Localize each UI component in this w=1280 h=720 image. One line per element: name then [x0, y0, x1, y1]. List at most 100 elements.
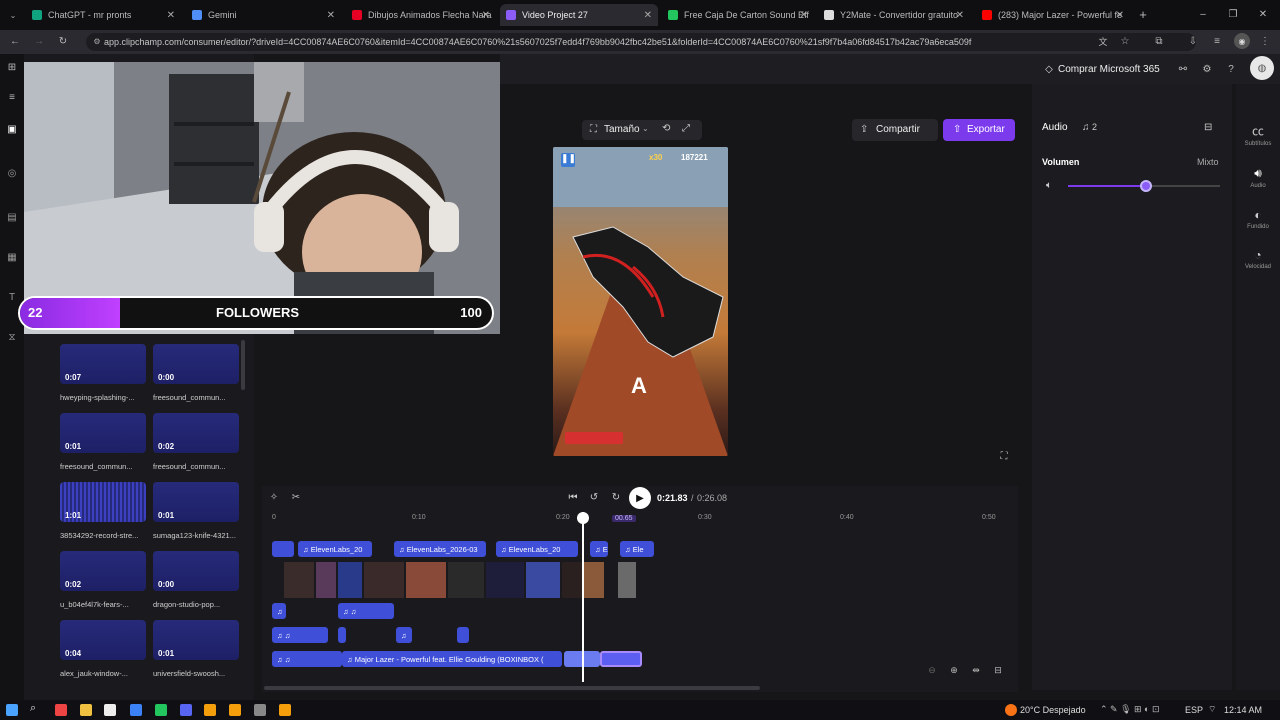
templates-icon[interactable]: ▦ [5, 250, 19, 264]
media-control-icon[interactable]: ≡ [1210, 34, 1224, 48]
app-icon[interactable] [55, 704, 67, 716]
collapse-panel-icon[interactable]: ⊟ [1204, 122, 1212, 133]
apps-grid-icon[interactable]: ⊞ [5, 60, 19, 74]
buy-ms365-link[interactable]: Comprar Microsoft 365 [1058, 62, 1160, 76]
chrome-icon[interactable] [204, 704, 216, 716]
language-indicator[interactable]: ESP [1185, 705, 1203, 715]
voiceover-clip[interactable] [272, 541, 294, 557]
record-icon[interactable]: ◎ [5, 166, 19, 180]
download-icon[interactable]: ⇩ [1186, 34, 1200, 48]
video-clip[interactable] [486, 562, 524, 598]
audio-clip[interactable]: ♫ ♫ [338, 603, 394, 619]
media-thumbnail[interactable]: 0:02 [153, 413, 239, 453]
reload-icon[interactable]: ↻ [56, 34, 70, 48]
tab-gemini[interactable]: Gemini ✕ [186, 4, 341, 26]
file-explorer-icon[interactable] [80, 704, 92, 716]
discord-icon[interactable] [180, 704, 192, 716]
tab-clipchamp[interactable]: Video Project 27 ✕ [500, 4, 658, 26]
magic-edit-icon[interactable]: ✧ [268, 491, 280, 503]
close-window-icon[interactable]: ✕ [1256, 7, 1270, 21]
tab-audio[interactable]: Audio [1042, 122, 1068, 133]
share-link-icon[interactable]: ⚯ [1176, 62, 1190, 76]
profile-avatar[interactable]: ◉ [1234, 33, 1250, 49]
captions-tool[interactable]: ㏄ Subtítulos [1244, 122, 1272, 147]
share-button[interactable]: ⇪ Compartir [852, 119, 938, 141]
video-clip[interactable] [618, 562, 636, 598]
video-clip[interactable] [284, 562, 314, 598]
voiceover-clip[interactable]: ♫ Ele [590, 541, 608, 557]
extensions-icon[interactable]: ⧉ [1152, 34, 1166, 48]
zoom-out-icon[interactable]: ⊖ [926, 664, 938, 676]
selected-audio-clip[interactable] [600, 651, 642, 667]
chrome-icon[interactable] [279, 704, 291, 716]
fade-tool[interactable]: ◐ Fundido [1244, 208, 1272, 230]
maximize-icon[interactable]: ❐ [1226, 7, 1240, 21]
site-info-icon[interactable]: ⚙ [92, 36, 102, 46]
timeline-scrollbar[interactable] [264, 686, 760, 690]
speaker-icon[interactable]: 🔈︎ [1046, 180, 1052, 191]
text-icon[interactable]: T [5, 290, 19, 304]
skip-back-icon[interactable]: ⏮ [567, 491, 579, 503]
edge-icon[interactable] [130, 704, 142, 716]
voiceover-clip[interactable]: ♫ Ele [620, 541, 654, 557]
media-scrollbar[interactable] [241, 340, 245, 390]
close-tab-icon[interactable]: ✕ [1116, 10, 1124, 21]
media-thumbnail[interactable]: 0:02 [60, 551, 146, 591]
close-tab-icon[interactable]: ✕ [956, 10, 964, 21]
play-button[interactable]: ▶ [629, 487, 651, 509]
audio-clip[interactable]: ♫ ♫ [272, 627, 328, 643]
playhead-handle[interactable] [577, 512, 589, 524]
audio-clip[interactable]: ♫ [272, 603, 286, 619]
voiceover-clip[interactable]: ♫ ElevenLabs_20 [496, 541, 578, 557]
video-preview[interactable]: ❚❚ x30 187221 A [553, 147, 728, 456]
audio-tool[interactable]: 🔊︎ Audio [1244, 166, 1272, 189]
search-icon[interactable]: ⌕ [30, 702, 42, 714]
video-clip[interactable] [338, 562, 362, 598]
library-icon[interactable]: ▤ [5, 210, 19, 224]
media-thumbnail[interactable]: 0:01 [60, 413, 146, 453]
time-ruler[interactable]: 0 0:10 0:20 0:30 0:40 0:50 [262, 512, 1018, 524]
rewind-5-icon[interactable]: ↺ [588, 491, 600, 503]
clock[interactable]: 12:14 AM [1224, 705, 1262, 715]
size-button[interactable]: ⛶ Tamaño ⌄ ⟲ ⤢ [582, 120, 702, 140]
menu-icon[interactable]: ≡ [5, 90, 19, 104]
help-icon[interactable]: ? [1224, 62, 1238, 76]
bookmark-star-icon[interactable]: ☆ [1118, 34, 1132, 48]
new-tab-icon[interactable]: + [1136, 7, 1150, 22]
video-clip[interactable] [364, 562, 404, 598]
media-thumbnail[interactable]: 0:00 [153, 551, 239, 591]
voiceover-clip[interactable]: ♫ ElevenLabs_2026-03 [394, 541, 486, 557]
app-icon[interactable] [254, 704, 266, 716]
fit-timeline-icon[interactable]: ⇹ [970, 664, 982, 676]
tab-search-icon[interactable]: ⌄ [6, 8, 20, 22]
tray-icons[interactable]: ⌃ ✎ 🎙︎ ⊞ ◐ ⊡ [1100, 704, 1160, 715]
app-icon[interactable] [104, 704, 116, 716]
audio-clip[interactable] [457, 627, 469, 643]
rotate-icon[interactable]: ⟲ [662, 123, 670, 134]
timeline-layout-icon[interactable]: ⊟ [992, 664, 1004, 676]
popout-icon[interactable]: ⤢ [682, 123, 690, 134]
track-video[interactable] [272, 562, 1012, 598]
url-field[interactable]: app.clipchamp.com/consumer/editor/?drive… [86, 33, 1196, 51]
network-icon[interactable]: ⌔ [1208, 704, 1216, 715]
zoom-in-icon[interactable]: ⊕ [948, 664, 960, 676]
tab-y2mate[interactable]: Y2Mate - Convertidor gratuito ✕ [818, 4, 970, 26]
weather-text[interactable]: 20°C Despejado [1020, 705, 1086, 715]
transitions-icon[interactable]: ⧖ [5, 330, 19, 344]
back-icon[interactable]: ← [8, 34, 22, 48]
windows-start-icon[interactable] [6, 704, 18, 716]
speed-tool[interactable]: ◔ Velocidad [1244, 248, 1272, 270]
close-tab-icon[interactable]: ✕ [482, 10, 490, 21]
browser-menu-icon[interactable]: ⋮ [1258, 34, 1272, 48]
forward-5-icon[interactable]: ↻ [610, 491, 622, 503]
tab-chatgpt[interactable]: ChatGPT - mr pronts ✕ [26, 4, 181, 26]
tab-youtube[interactable]: (283) Major Lazer - Powerful fe ✕ [976, 4, 1130, 26]
tab-sound-effects[interactable]: Free Caja De Carton Sound Eff ✕ [662, 4, 814, 26]
video-clip[interactable] [406, 562, 446, 598]
close-tab-icon[interactable]: ✕ [800, 10, 808, 21]
translate-icon[interactable]: 文 [1096, 34, 1110, 48]
pause-icon[interactable]: ❚❚ [561, 153, 576, 167]
video-clip[interactable] [526, 562, 560, 598]
close-tab-icon[interactable]: ✕ [644, 10, 652, 21]
voiceover-clip[interactable]: ♫ ElevenLabs_20 [298, 541, 372, 557]
